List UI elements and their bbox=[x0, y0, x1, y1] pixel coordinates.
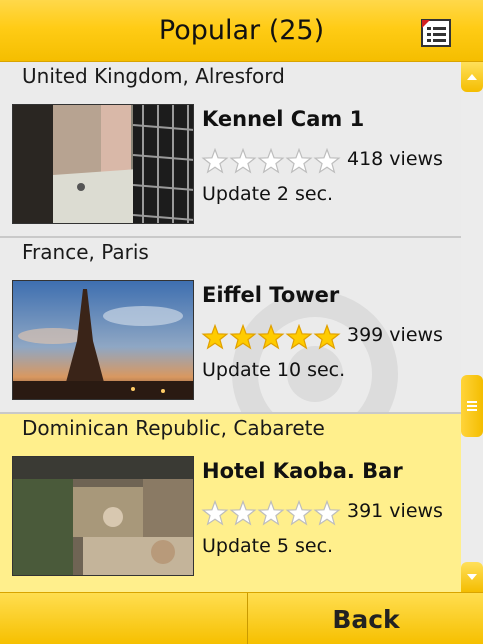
camera-list[interactable]: United Kingdom, Alresford Kennel Cam 1 4… bbox=[0, 62, 461, 592]
update-interval: Update 10 sec. bbox=[202, 359, 346, 381]
list-item-selected[interactable]: Dominican Republic, Cabarete Hotel Kaoba… bbox=[0, 414, 461, 592]
update-interval: Update 5 sec. bbox=[202, 535, 334, 557]
star-empty-icon bbox=[201, 500, 229, 526]
header-bar: Popular (25) bbox=[0, 0, 483, 62]
scroll-down-button[interactable] bbox=[461, 562, 483, 592]
star-filled-icon bbox=[201, 324, 229, 350]
star-empty-icon bbox=[285, 500, 313, 526]
view-count: 418 views bbox=[347, 148, 443, 170]
scroll-up-button[interactable] bbox=[461, 62, 483, 92]
star-empty-icon bbox=[257, 500, 285, 526]
view-count: 391 views bbox=[347, 500, 443, 522]
scrollbar[interactable] bbox=[461, 62, 483, 592]
scroll-thumb[interactable] bbox=[461, 375, 483, 437]
star-filled-icon bbox=[257, 324, 285, 350]
camera-name: Eiffel Tower bbox=[202, 283, 340, 307]
star-filled-icon bbox=[313, 324, 341, 350]
page-title: Popular (25) bbox=[158, 15, 325, 46]
camera-name: Kennel Cam 1 bbox=[202, 107, 365, 131]
star-empty-icon bbox=[229, 148, 257, 174]
star-empty-icon bbox=[201, 148, 229, 174]
star-filled-icon bbox=[229, 324, 257, 350]
camera-location: Dominican Republic, Cabarete bbox=[22, 416, 325, 440]
camera-location: United Kingdom, Alresford bbox=[22, 64, 285, 88]
left-softkey[interactable] bbox=[0, 593, 248, 644]
list-menu-icon[interactable] bbox=[419, 18, 453, 48]
rating-stars bbox=[201, 500, 341, 526]
update-interval: Update 2 sec. bbox=[202, 183, 334, 205]
camera-thumbnail bbox=[12, 104, 194, 224]
star-empty-icon bbox=[313, 148, 341, 174]
star-empty-icon bbox=[229, 500, 257, 526]
softkey-bar: Back bbox=[0, 592, 483, 644]
star-empty-icon bbox=[313, 500, 341, 526]
star-filled-icon bbox=[285, 324, 313, 350]
camera-location: France, Paris bbox=[22, 240, 149, 264]
view-count: 399 views bbox=[347, 324, 443, 346]
star-empty-icon bbox=[285, 148, 313, 174]
rating-stars bbox=[201, 148, 341, 174]
star-empty-icon bbox=[257, 148, 285, 174]
camera-thumbnail bbox=[12, 280, 194, 400]
rating-stars bbox=[201, 324, 341, 350]
list-item[interactable]: France, Paris Eiffel Tower 399 views Upd… bbox=[0, 238, 461, 414]
list-item[interactable]: United Kingdom, Alresford Kennel Cam 1 4… bbox=[0, 62, 461, 238]
camera-name: Hotel Kaoba. Bar bbox=[202, 459, 403, 483]
back-button[interactable]: Back bbox=[249, 593, 483, 644]
camera-thumbnail bbox=[12, 456, 194, 576]
